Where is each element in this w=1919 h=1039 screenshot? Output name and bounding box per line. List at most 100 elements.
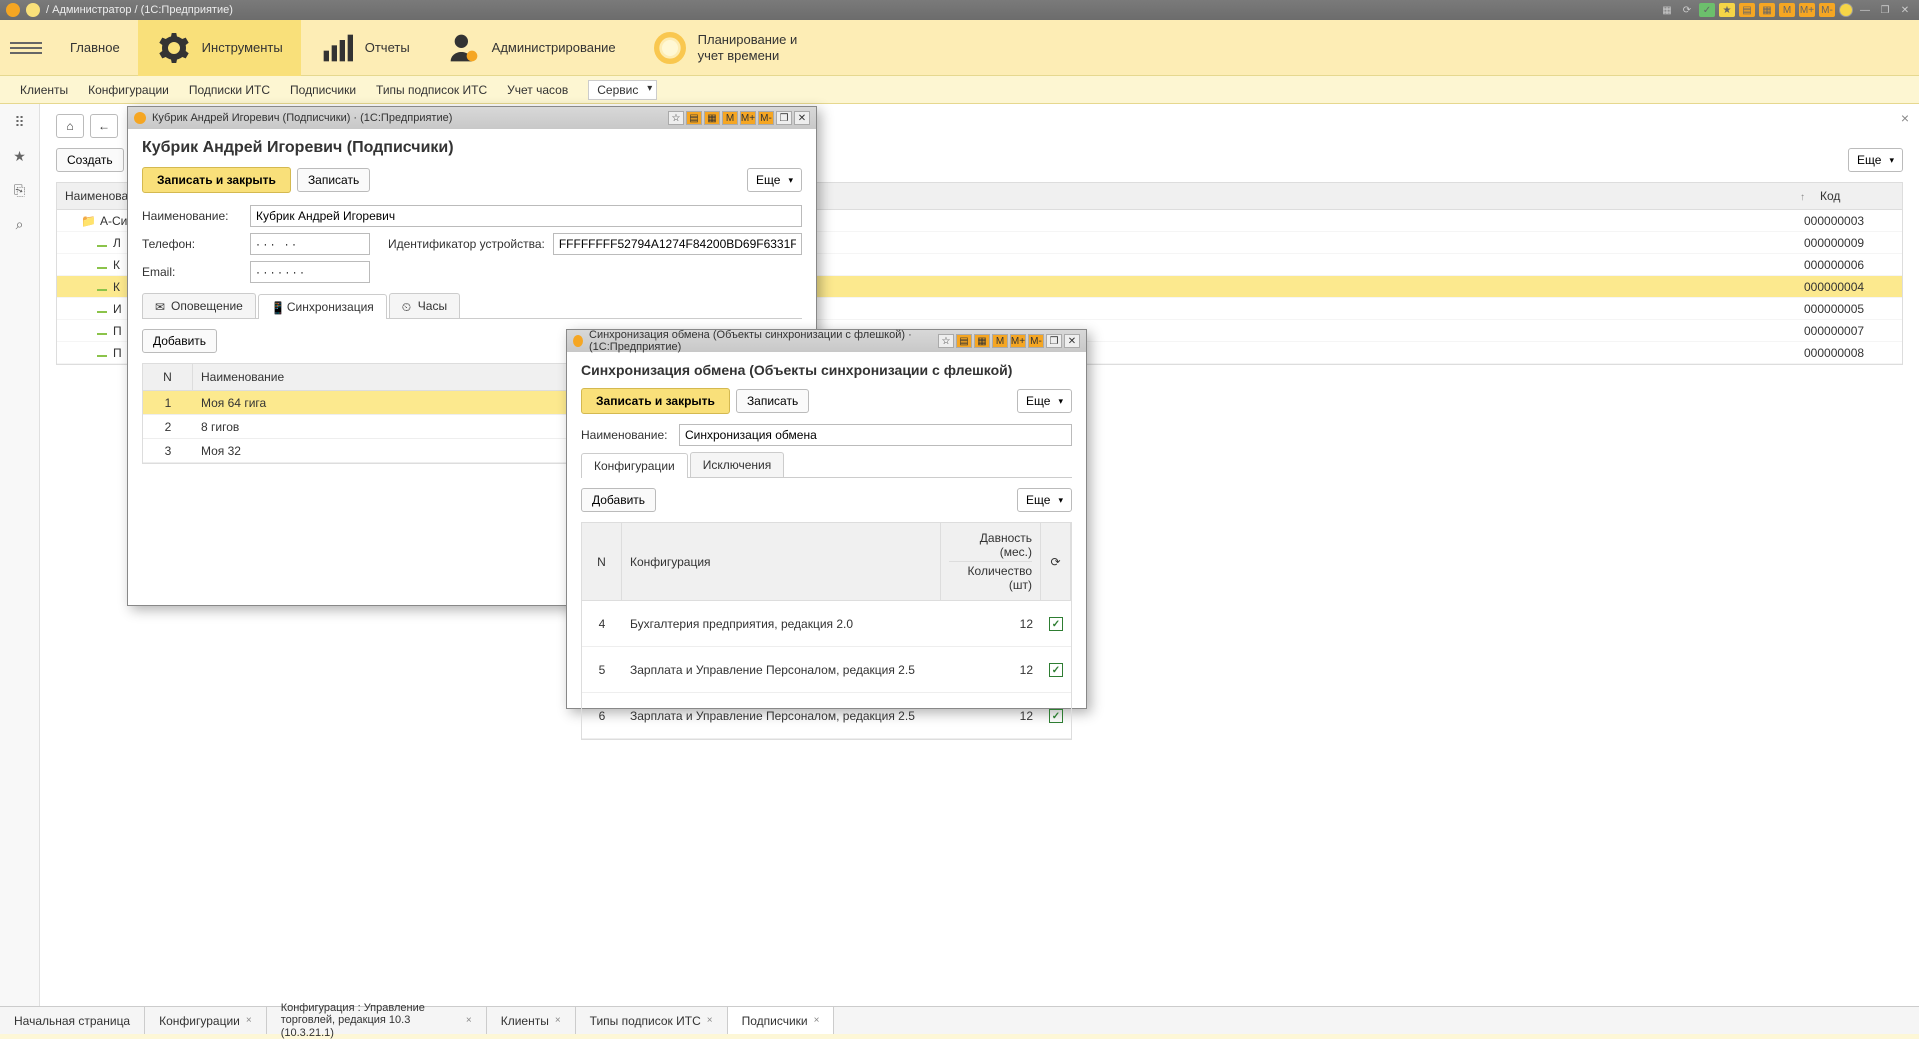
dialog2-add-button[interactable]: Добавить bbox=[581, 488, 656, 512]
grid-cell-check[interactable]: ✓ bbox=[1041, 612, 1071, 636]
tb-star-icon[interactable]: ★ bbox=[1719, 3, 1735, 17]
dialog1-name-input[interactable] bbox=[250, 205, 802, 227]
sidebar-grid-icon[interactable]: ⠿ bbox=[10, 112, 30, 132]
dialog2-grid-head-config[interactable]: Конфигурация bbox=[622, 523, 941, 600]
tb-green-icon[interactable]: ✓ bbox=[1699, 3, 1715, 17]
grid-cell-check[interactable]: ✓ bbox=[1041, 704, 1071, 728]
list-row-code: 000000009 bbox=[1804, 236, 1894, 250]
dialog2-calc-icon[interactable]: ▤ bbox=[956, 334, 972, 348]
main-navigation: Главное Инструменты Отчеты Администриров… bbox=[0, 20, 1919, 76]
bottom-tab[interactable]: Типы подписок ИТС× bbox=[576, 1007, 728, 1034]
dialog2-tab-exclusions[interactable]: Исключения bbox=[690, 452, 785, 477]
bottom-tab[interactable]: Конфигурация : Управление торговлей, ред… bbox=[267, 1007, 487, 1034]
dialog1-cal-icon[interactable]: ▦ bbox=[704, 111, 720, 125]
dialog2-m[interactable]: M bbox=[992, 334, 1008, 348]
bottom-tab[interactable]: Начальная страница bbox=[0, 1007, 145, 1034]
nav-reports[interactable]: Отчеты bbox=[301, 20, 428, 76]
dialog1-tab-notify[interactable]: ✉Оповещение bbox=[142, 293, 256, 318]
tab-close-icon[interactable]: × bbox=[555, 1015, 561, 1026]
minimize-icon[interactable]: — bbox=[1857, 3, 1873, 17]
sidebar-star-icon[interactable]: ★ bbox=[10, 146, 30, 166]
bottom-tab[interactable]: Клиенты× bbox=[487, 1007, 576, 1034]
hamburger-menu[interactable] bbox=[10, 42, 42, 54]
dialog2-save-button[interactable]: Записать bbox=[736, 389, 809, 413]
more-button[interactable]: Еще bbox=[1848, 148, 1903, 172]
dialog1-tab-sync[interactable]: 📱Синхронизация bbox=[258, 294, 387, 319]
list-header-code[interactable]: Код bbox=[1812, 183, 1902, 209]
dialog1-mplus[interactable]: M+ bbox=[740, 111, 756, 125]
dialog2-maximize-icon[interactable]: ❐ bbox=[1046, 334, 1062, 348]
dialog2-more-button[interactable]: Еще bbox=[1017, 389, 1072, 413]
dialog2-app-icon bbox=[573, 335, 583, 347]
sort-arrow-icon[interactable]: ↑ bbox=[1800, 192, 1805, 203]
app-icon-dropdown[interactable] bbox=[26, 3, 40, 17]
dialog1-save-button[interactable]: Записать bbox=[297, 168, 370, 192]
back-button[interactable]: ← bbox=[90, 114, 118, 138]
home-button[interactable]: ⌂ bbox=[56, 114, 84, 138]
maximize-icon[interactable]: ❐ bbox=[1877, 3, 1893, 17]
dialog2-grid-more-button[interactable]: Еще bbox=[1017, 488, 1072, 512]
subnav-subscribers[interactable]: Подписчики bbox=[290, 83, 356, 97]
dialog1-email-input[interactable] bbox=[250, 261, 370, 283]
dialog1-device-input[interactable] bbox=[553, 233, 802, 255]
dialog2-grid-row[interactable]: 5Зарплата и Управление Персоналом, редак… bbox=[582, 647, 1071, 693]
dialog2-grid-head-age-qty[interactable]: Давность (мес.) Количество (шт) bbox=[941, 523, 1041, 600]
info-icon[interactable] bbox=[1839, 3, 1853, 17]
dialog2-pin-icon[interactable]: ☆ bbox=[938, 334, 954, 348]
dialog1-titlebar[interactable]: Кубрик Андрей Игоревич (Подписчики) · (1… bbox=[128, 107, 816, 129]
dialog2-tab-configs[interactable]: Конфигурации bbox=[581, 453, 688, 478]
nav-tools[interactable]: Инструменты bbox=[138, 20, 301, 76]
tab-close-icon[interactable]: × bbox=[814, 1015, 820, 1026]
subnav-its-types[interactable]: Типы подписок ИТС bbox=[376, 83, 487, 97]
sidebar-search-icon[interactable]: ⌕ bbox=[10, 214, 30, 234]
dialog2-grid-head-check[interactable]: ⟳ bbox=[1041, 523, 1071, 600]
tab-close-icon[interactable]: × bbox=[707, 1015, 713, 1026]
bottom-tab[interactable]: Подписчики× bbox=[728, 1007, 835, 1034]
subnav-hours[interactable]: Учет часов bbox=[507, 83, 568, 97]
nav-main[interactable]: Главное bbox=[52, 20, 138, 76]
tab-close-icon[interactable]: × bbox=[246, 1015, 252, 1026]
dialog1-grid-head-n[interactable]: N bbox=[143, 364, 193, 390]
subnav-configs[interactable]: Конфигурации bbox=[88, 83, 169, 97]
dialog1-tab-hours[interactable]: ⏲Часы bbox=[389, 293, 460, 318]
tb-refresh-icon[interactable]: ⟳ bbox=[1679, 3, 1695, 17]
dialog1-mminus[interactable]: M- bbox=[758, 111, 774, 125]
tb-calendar-icon[interactable]: ▦ bbox=[1759, 3, 1775, 17]
tb-grid-icon[interactable]: ▦ bbox=[1659, 3, 1675, 17]
tab-close-icon[interactable]: × bbox=[466, 1015, 472, 1026]
dialog2-titlebar[interactable]: Синхронизация обмена (Объекты синхрониза… bbox=[567, 330, 1086, 352]
subnav-its-subs[interactable]: Подписки ИТС bbox=[189, 83, 270, 97]
sidebar-copy-icon[interactable]: ⎘ bbox=[10, 180, 30, 200]
dialog2-save-close-button[interactable]: Записать и закрыть bbox=[581, 388, 730, 414]
dialog1-close-icon[interactable]: ✕ bbox=[794, 111, 810, 125]
grid-cell-check[interactable]: ✓ bbox=[1041, 658, 1071, 682]
subnav-service-dropdown[interactable]: Сервис bbox=[588, 80, 657, 100]
dialog1-more-button[interactable]: Еще bbox=[747, 168, 802, 192]
dialog2-name-input[interactable] bbox=[679, 424, 1072, 446]
tb-memory-mminus[interactable]: M- bbox=[1819, 3, 1835, 17]
tb-memory-mplus[interactable]: M+ bbox=[1799, 3, 1815, 17]
dialog1-calc-icon[interactable]: ▤ bbox=[686, 111, 702, 125]
dialog2-cal-icon[interactable]: ▦ bbox=[974, 334, 990, 348]
tb-memory-m[interactable]: M bbox=[1779, 3, 1795, 17]
dialog1-pin-icon[interactable]: ☆ bbox=[668, 111, 684, 125]
content-close-icon[interactable]: × bbox=[1901, 110, 1909, 126]
nav-admin[interactable]: Администрирование bbox=[428, 20, 634, 76]
nav-planning[interactable]: Планирование и учет времени bbox=[634, 20, 836, 76]
dialog2-grid-head-n[interactable]: N bbox=[582, 523, 622, 600]
dialog1-save-close-button[interactable]: Записать и закрыть bbox=[142, 167, 291, 193]
dialog2-grid-row[interactable]: 4Бухгалтерия предприятия, редакция 2.012… bbox=[582, 601, 1071, 647]
dialog2-close-icon[interactable]: ✕ bbox=[1064, 334, 1080, 348]
tb-calc-icon[interactable]: ▤ bbox=[1739, 3, 1755, 17]
dialog2-mminus[interactable]: M- bbox=[1028, 334, 1044, 348]
dialog2-grid-row[interactable]: 6Зарплата и Управление Персоналом, редак… bbox=[582, 693, 1071, 739]
bottom-tab[interactable]: Конфигурации× bbox=[145, 1007, 267, 1034]
dialog1-maximize-icon[interactable]: ❐ bbox=[776, 111, 792, 125]
dialog1-phone-input[interactable] bbox=[250, 233, 370, 255]
subnav-clients[interactable]: Клиенты bbox=[20, 83, 68, 97]
close-icon[interactable]: ✕ bbox=[1897, 3, 1913, 17]
dialog2-mplus[interactable]: M+ bbox=[1010, 334, 1026, 348]
dialog1-add-button[interactable]: Добавить bbox=[142, 329, 217, 353]
create-button[interactable]: Создать bbox=[56, 148, 124, 172]
dialog1-m[interactable]: M bbox=[722, 111, 738, 125]
